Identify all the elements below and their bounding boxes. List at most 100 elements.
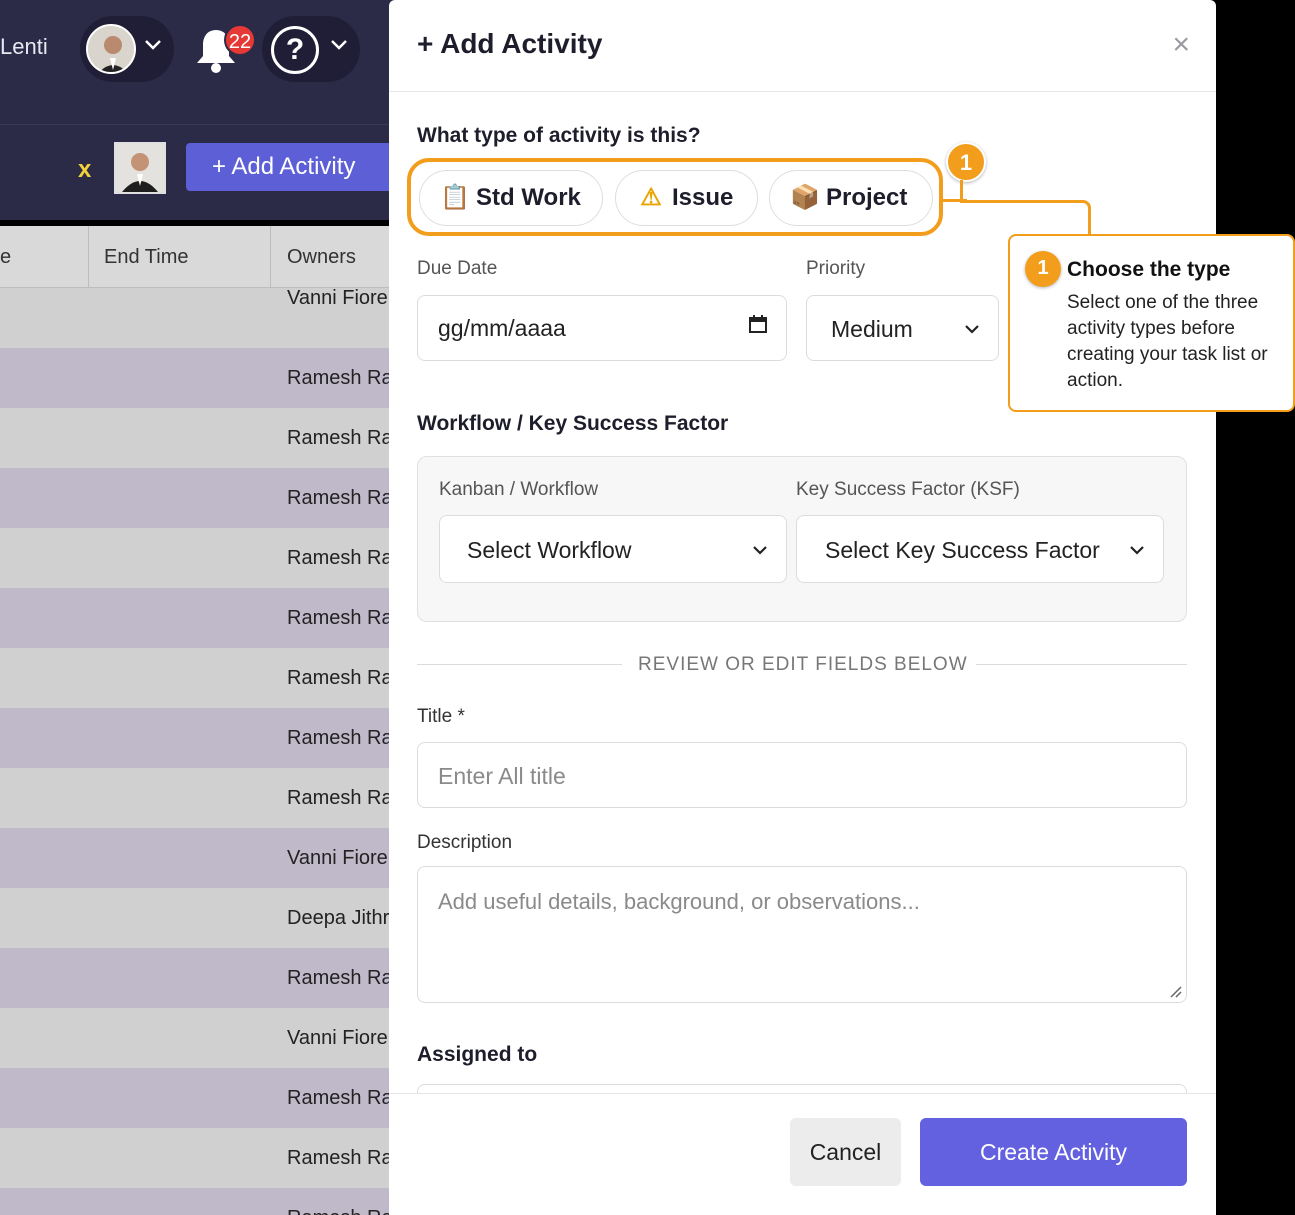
resize-handle-icon[interactable] (1168, 984, 1182, 998)
type-project-button[interactable]: 📦 Project (769, 170, 933, 226)
table-row[interactable]: Ramesh Ra (0, 648, 400, 708)
add-activity-button[interactable]: + Add Activity (186, 143, 400, 191)
title-input[interactable]: Enter All title (417, 742, 1187, 808)
divider (417, 664, 622, 665)
owner-cell: Ramesh Ra (287, 607, 393, 629)
due-date-placeholder: gg/mm/aaaa (438, 315, 566, 341)
kanban-label: Kanban / Workflow (439, 479, 599, 500)
due-date-field[interactable]: gg/mm/aaaa (417, 295, 787, 361)
modal-header: + Add Activity × (389, 0, 1216, 92)
description-textarea[interactable]: Add useful details, background, or obser… (417, 866, 1187, 1003)
table-row[interactable]: Vanni Fiore (0, 828, 400, 888)
workflow-section-title: Workflow / Key Success Factor (417, 412, 729, 435)
activity-type-group: 📋 Std Work ⚠ Issue 📦 Project (407, 158, 943, 236)
divider (976, 664, 1187, 665)
table-row[interactable]: Deepa Jithr (0, 888, 400, 948)
table-row[interactable]: Ramesh Ra (0, 1188, 400, 1215)
description-label: Description (417, 832, 513, 853)
avatar[interactable] (114, 142, 166, 194)
help-icon[interactable]: ? (271, 26, 319, 74)
table-row[interactable]: Vanni Fiore (0, 1008, 400, 1068)
workflow-value: Select Workflow (467, 537, 632, 563)
table-row[interactable]: Ramesh Ra (0, 768, 400, 828)
notification-badge: 22 (224, 24, 256, 56)
owner-cell: Ramesh Ra (287, 667, 393, 689)
create-activity-button[interactable]: Create Activity (920, 1118, 1187, 1186)
table-row[interactable]: Ramesh Ra (0, 468, 400, 528)
user-name: Lenti (0, 34, 48, 59)
package-icon: 📦 (790, 184, 820, 211)
table-row[interactable]: Ramesh Ra (0, 408, 400, 468)
clear-filter-button[interactable]: x (78, 156, 91, 184)
clipboard-icon: 📋 (440, 184, 470, 211)
type-label: Std Work (476, 184, 581, 211)
table-row[interactable]: Ramesh Ra (0, 708, 400, 768)
callout-connector (960, 200, 1091, 236)
column-header[interactable]: e (0, 226, 89, 288)
calendar-icon[interactable] (748, 296, 768, 360)
owner-cell: Ramesh Ra (287, 727, 393, 749)
owner-cell: Ramesh Ra (287, 1147, 393, 1169)
chevron-down-icon (964, 295, 980, 361)
table-row[interactable]: Ramesh Ra (0, 528, 400, 588)
chevron-down-icon[interactable] (330, 36, 348, 57)
chevron-down-icon (1129, 515, 1145, 583)
owner-cell: Ramesh Ra (287, 1188, 397, 1215)
table-body: Vanni Fiore Ramesh Ra Ramesh Ra Ramesh Ra Ra… (0, 287, 400, 1215)
owner-cell: Ramesh Ra (287, 427, 393, 449)
table-row[interactable]: Ramesh Ra (0, 348, 400, 408)
cancel-button[interactable]: Cancel (790, 1118, 901, 1186)
top-navbar: Lenti 22 ? (0, 0, 400, 124)
modal-footer: Cancel Create Activity (389, 1093, 1216, 1215)
workflow-select[interactable]: Select Workflow (439, 515, 787, 583)
callout-connector (960, 180, 963, 202)
table-row[interactable]: Ramesh Ra (0, 948, 400, 1008)
title-placeholder: Enter All title (438, 763, 566, 789)
owner-cell: Ramesh Ra (287, 967, 393, 989)
close-icon[interactable]: × (1172, 28, 1190, 62)
add-activity-modal: + Add Activity × What type of activity i… (389, 0, 1216, 1215)
modal-title: + Add Activity (417, 28, 603, 59)
ksf-select[interactable]: Select Key Success Factor (796, 515, 1164, 583)
owner-cell: Ramesh Ra (287, 367, 393, 389)
column-header[interactable]: End Time (89, 226, 271, 288)
ksf-label: Key Success Factor (KSF) (796, 479, 1020, 500)
activity-type-question: What type of activity is this? (417, 124, 701, 147)
type-issue-button[interactable]: ⚠ Issue (615, 170, 758, 226)
priority-select[interactable]: Medium (806, 295, 999, 361)
chevron-down-icon (752, 515, 768, 583)
table-row[interactable]: Ramesh Ra (0, 588, 400, 648)
review-divider-text: REVIEW OR EDIT FIELDS BELOW (638, 654, 968, 675)
avatar[interactable] (86, 24, 136, 74)
workflow-ksf-panel: Kanban / Workflow Select Workflow Key Su… (417, 456, 1187, 622)
tooltip-step-badge: 1 (1025, 251, 1061, 287)
ksf-value: Select Key Success Factor (825, 537, 1100, 563)
type-label: Issue (672, 184, 734, 211)
onboarding-tooltip: 1 Choose the type Select one of the thre… (1008, 234, 1295, 412)
owner-cell: Vanni Fiore (287, 287, 388, 309)
assigned-to-title: Assigned to (417, 1043, 538, 1066)
priority-label: Priority (806, 258, 866, 279)
owner-cell: Deepa Jithr (287, 907, 390, 929)
title-label: Title * (417, 706, 465, 727)
owner-cell: Ramesh Ra (287, 787, 393, 809)
owner-cell: Ramesh Ra (287, 1087, 393, 1109)
owner-cell: Vanni Fiore (287, 847, 388, 869)
step-badge: 1 (946, 142, 986, 182)
activities-table: e End Time Owners Vanni Fiore Ramesh Ra Ra… (0, 226, 400, 1215)
due-date-label: Due Date (417, 258, 498, 279)
owner-cell: Vanni Fiore (287, 1027, 388, 1049)
priority-value: Medium (831, 316, 913, 342)
table-row[interactable]: Vanni Fiore (0, 287, 400, 348)
table-row[interactable]: Ramesh Ra (0, 1128, 400, 1188)
type-label: Project (826, 184, 908, 211)
description-placeholder: Add useful details, background, or obser… (438, 889, 920, 914)
avatar-photo (116, 144, 164, 192)
tooltip-body: Select one of the three activity types b… (1067, 292, 1268, 391)
chevron-down-icon[interactable] (144, 36, 162, 57)
type-std-work-button[interactable]: 📋 Std Work (419, 170, 603, 226)
warning-icon: ⚠ (640, 184, 662, 211)
owner-cell: Ramesh Ra (287, 487, 393, 509)
tooltip-title: Choose the type (1067, 258, 1231, 281)
table-row[interactable]: Ramesh Ra (0, 1068, 400, 1128)
